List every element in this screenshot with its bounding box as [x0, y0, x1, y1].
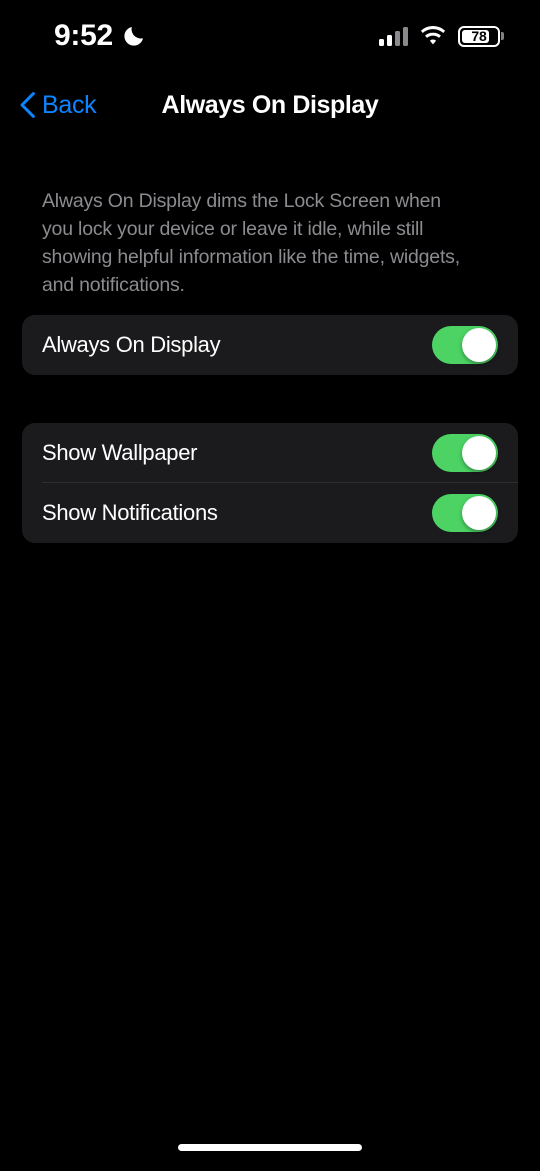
toggle-show-wallpaper[interactable]	[432, 434, 498, 472]
toggle-always-on-display[interactable]	[432, 326, 498, 364]
status-bar-right: 78	[379, 25, 500, 47]
crescent-moon-icon	[122, 24, 146, 48]
table-row[interactable]: Show Wallpaper	[22, 423, 518, 483]
table-row[interactable]: Show Notifications	[22, 483, 518, 543]
cellular-signal-icon	[379, 26, 408, 46]
row-label-show-notifications: Show Notifications	[42, 500, 218, 525]
page-title: Always On Display	[161, 90, 379, 119]
table-row[interactable]: Always On Display	[22, 315, 518, 375]
status-bar: 9:52 78	[0, 0, 540, 72]
ios-settings-screen: 9:52 78 Back Always On Display Always On…	[0, 0, 540, 1171]
wifi-icon	[420, 26, 446, 46]
settings-group-display-options: Show Wallpaper Show Notifications	[22, 423, 518, 543]
toggle-knob	[462, 496, 496, 530]
status-bar-clock: 9:52	[54, 19, 113, 52]
row-label-show-wallpaper: Show Wallpaper	[42, 440, 198, 465]
toggle-knob	[462, 436, 496, 470]
section-description: Always On Display dims the Lock Screen w…	[42, 190, 460, 296]
row-label-always-on-display: Always On Display	[42, 332, 221, 357]
toggle-show-notifications[interactable]	[432, 494, 498, 532]
status-bar-left: 9:52	[54, 21, 146, 51]
settings-group-always-on-display: Always On Display	[22, 315, 518, 375]
battery-percent-label: 78	[471, 28, 487, 44]
home-indicator[interactable]	[178, 1144, 362, 1151]
toggle-knob	[462, 328, 496, 362]
navigation-bar: Back Always On Display	[0, 78, 540, 132]
battery-icon: 78	[458, 25, 500, 47]
